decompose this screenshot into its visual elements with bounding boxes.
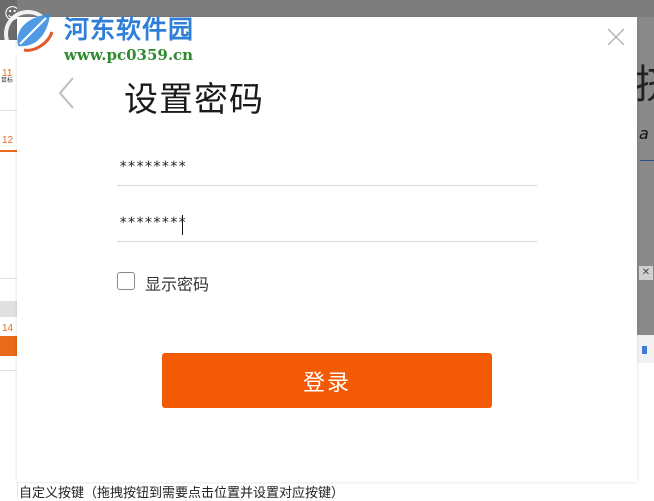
sidebar-orange-block — [0, 336, 17, 356]
show-password-checkbox[interactable] — [117, 272, 135, 290]
sidebar-active-indicator — [0, 150, 17, 152]
background-right-char: 挤 — [635, 65, 654, 105]
login-button[interactable]: 登录 — [162, 353, 492, 408]
password-input[interactable] — [117, 149, 541, 185]
close-icon — [607, 28, 625, 46]
chevron-left-icon — [58, 77, 74, 109]
close-button[interactable] — [605, 26, 627, 48]
background-right-line — [640, 160, 654, 191]
text-caret — [182, 215, 183, 235]
sidebar-divider — [0, 110, 17, 111]
sidebar-gray-block — [0, 301, 17, 317]
site-watermark: 河东软件园 www.pc0359.cn — [0, 0, 215, 72]
watermark-url: www.pc0359.cn — [64, 46, 194, 64]
background-close-icon[interactable]: ✕ — [639, 266, 653, 280]
custom-keys-hint: 自定义按键（拖拽按钮到需要点击位置并设置对应按键） — [19, 486, 345, 501]
background-right-marker-icon — [642, 346, 647, 354]
sidebar-mini-text: 鼠标 — [1, 77, 14, 84]
background-right-italic: a — [639, 124, 649, 143]
leaf-logo-icon — [4, 10, 54, 58]
confirm-password-field[interactable] — [117, 205, 541, 242]
set-password-dialog: 设置密码 显示密码 登录 — [17, 17, 637, 482]
sidebar-number: 12 — [2, 135, 14, 146]
dialog-title: 设置密码 — [124, 80, 264, 120]
show-password-label: 显示密码 — [145, 275, 210, 294]
back-button[interactable] — [55, 75, 79, 111]
password-field[interactable] — [117, 149, 541, 186]
sidebar-divider — [0, 370, 17, 371]
watermark-site-name: 河东软件园 — [64, 15, 195, 44]
confirm-password-input[interactable] — [117, 205, 541, 241]
sidebar-number: 14 — [2, 323, 14, 334]
sidebar-divider — [0, 278, 17, 279]
